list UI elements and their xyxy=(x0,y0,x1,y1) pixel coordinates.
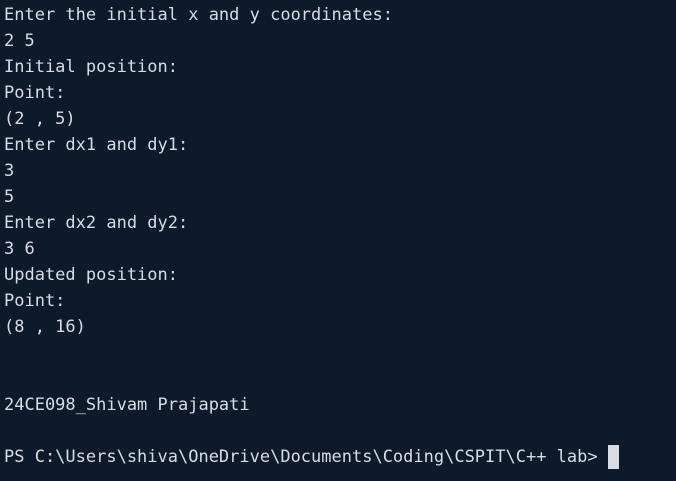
output-line-blank-2 xyxy=(4,366,676,392)
output-line-input-initial: 2 5 xyxy=(4,31,35,51)
output-line-author: 24CE098_Shivam Prajapati xyxy=(4,395,250,415)
output-line-input-dx1: 3 xyxy=(4,161,15,181)
output-line-blank-3 xyxy=(4,418,676,444)
terminal-window[interactable]: Enter the initial x and y coordinates: 2… xyxy=(0,0,676,481)
output-line-point-label: Point: xyxy=(4,83,66,103)
output-line-input-d2: 3 6 xyxy=(4,239,35,259)
output-line-updated-position-label: Updated position: xyxy=(4,265,178,285)
output-line-input-dy1: 5 xyxy=(4,187,15,207)
shell-prompt-text: PS C:\Users\shiva\OneDrive\Documents\Cod… xyxy=(4,447,598,467)
output-line-initial-point: (2 , 5) xyxy=(4,109,76,129)
shell-prompt-line[interactable]: PS C:\Users\shiva\OneDrive\Documents\Cod… xyxy=(4,444,676,470)
output-line-prompt-d2: Enter dx2 and dy2: xyxy=(4,213,189,233)
output-line-point-label-2: Point: xyxy=(4,291,66,311)
output-line-updated-point: (8 , 16) xyxy=(4,317,86,337)
text-cursor xyxy=(607,445,619,469)
output-line-prompt-d1: Enter dx1 and dy1: xyxy=(4,135,189,155)
output-line-prompt-initial: Enter the initial x and y coordinates: xyxy=(4,5,393,25)
output-line-blank-1 xyxy=(4,340,676,366)
output-line-initial-position-label: Initial position: xyxy=(4,57,178,77)
